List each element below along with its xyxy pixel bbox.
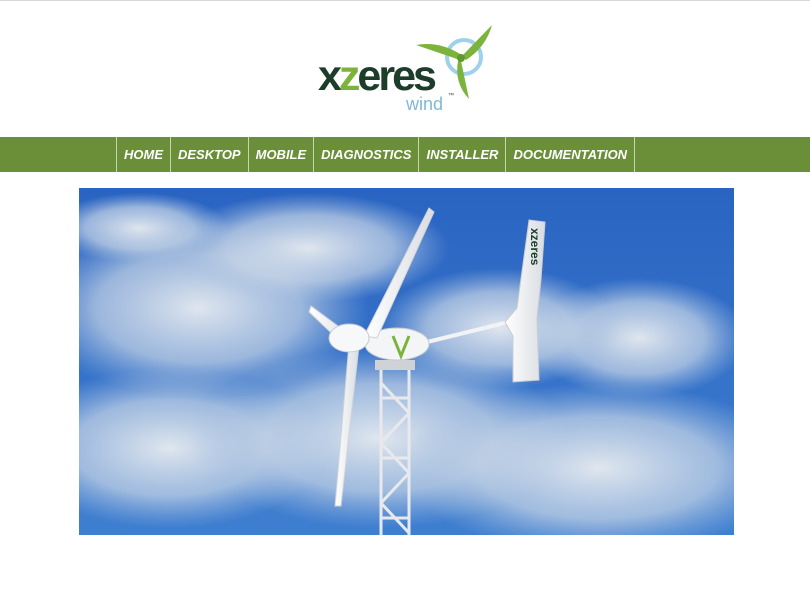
nav-item-installer[interactable]: INSTALLER: [419, 137, 507, 172]
site-header: xzeres ™ wind: [0, 1, 810, 137]
nav-item-documentation[interactable]: DOCUMENTATION: [506, 137, 636, 172]
logo-wordmark: xzeres: [318, 52, 437, 100]
main-navigation-bar: HOME DESKTOP MOBILE DIAGNOSTICS INSTALLE…: [0, 137, 810, 172]
nav-item-home[interactable]: HOME: [117, 137, 171, 172]
nav-item-diagnostics[interactable]: DIAGNOSTICS: [314, 137, 420, 172]
logo-letters-eres: eres: [357, 52, 437, 100]
tail-fin-logo-text: xzeres: [528, 228, 542, 266]
trademark-symbol: ™: [448, 93, 454, 99]
logo-letter-x: x: [318, 52, 342, 100]
xzeres-wind-logo[interactable]: xzeres ™ wind: [318, 23, 498, 118]
nav-item-desktop[interactable]: DESKTOP: [171, 137, 249, 172]
nav-menu: HOME DESKTOP MOBILE DIAGNOSTICS INSTALLE…: [116, 137, 636, 172]
hero-illustration: xzeres: [79, 188, 734, 535]
logo-subtitle: wind: [406, 94, 444, 114]
logo-letter-z: z: [338, 52, 360, 100]
hero-wind-turbine-image: xzeres: [79, 188, 734, 535]
nav-item-mobile[interactable]: MOBILE: [249, 137, 315, 172]
